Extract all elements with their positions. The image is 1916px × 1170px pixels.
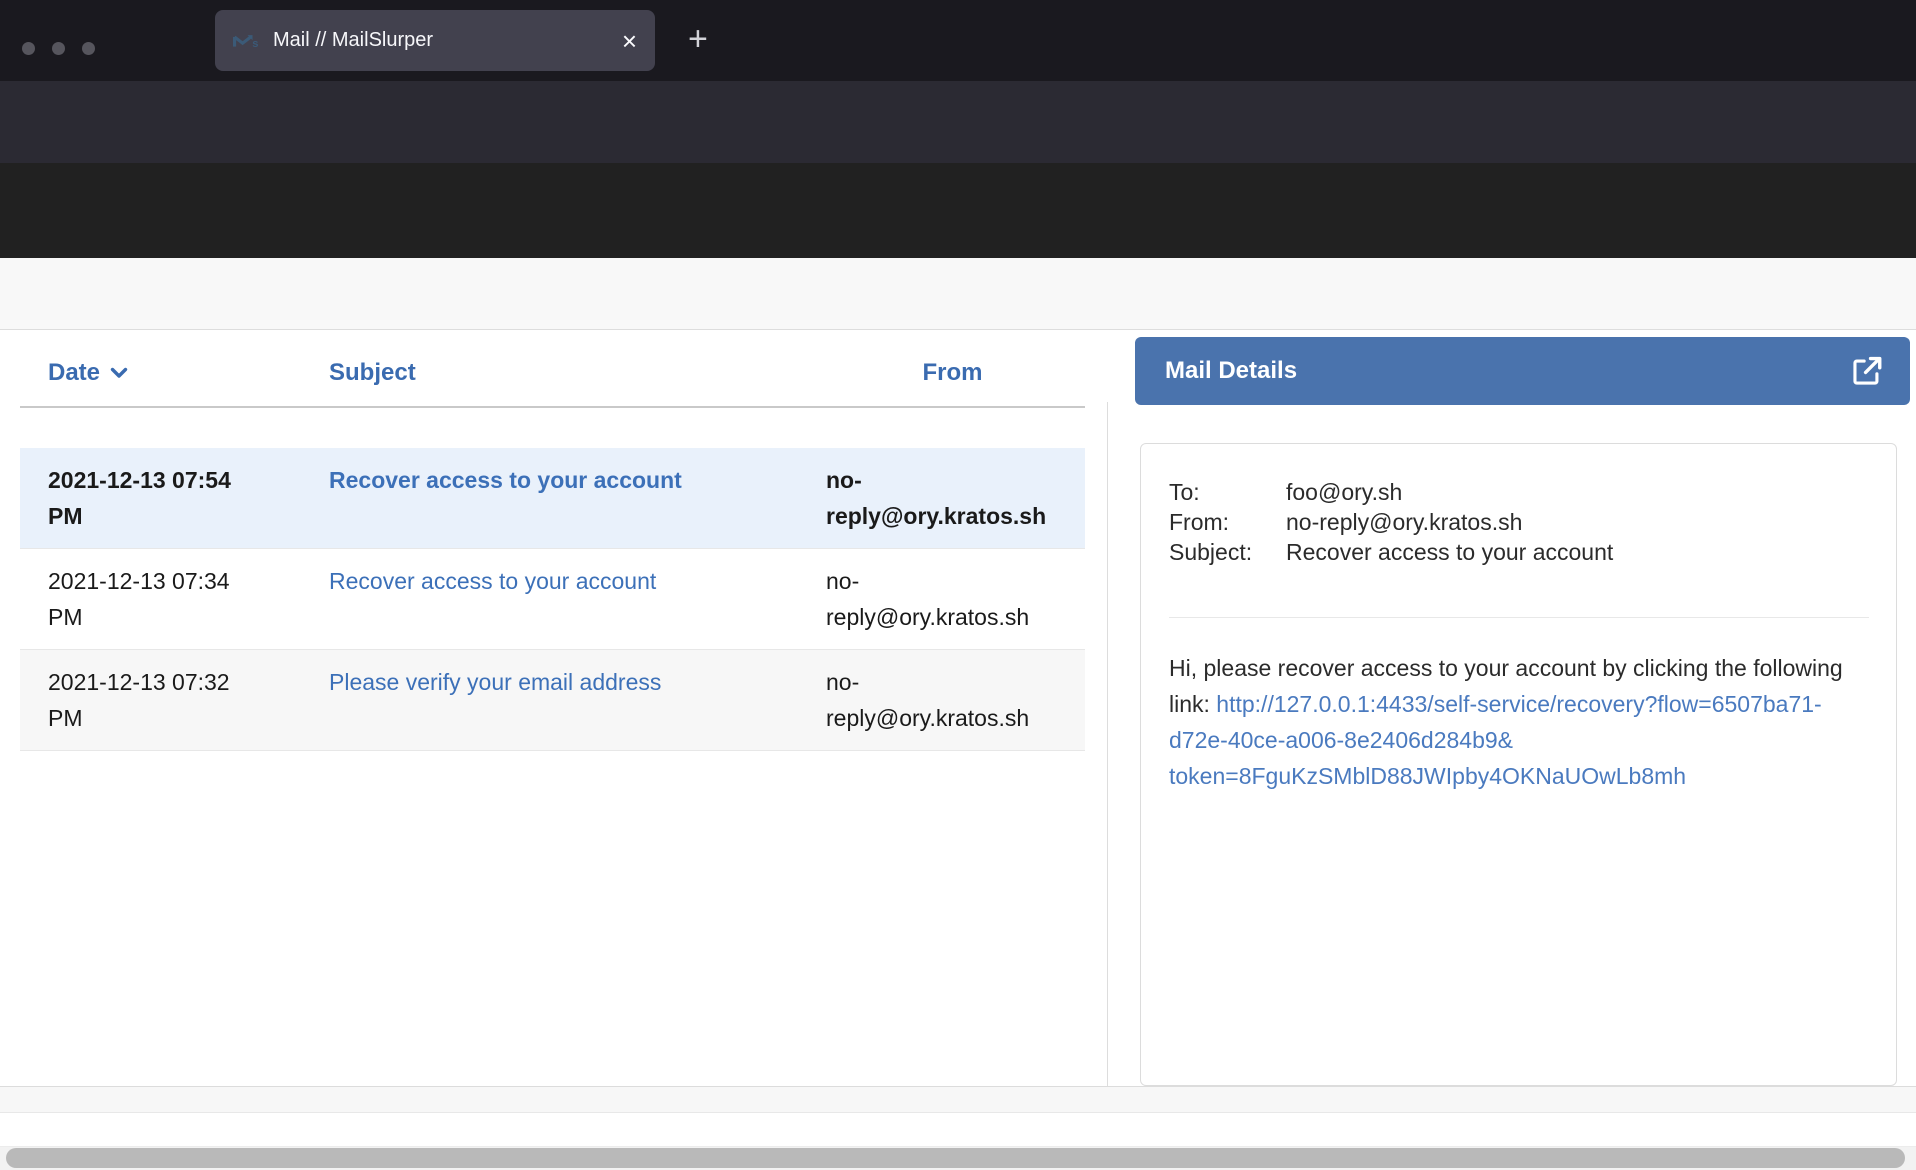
mail-details-header: Mail Details	[1135, 337, 1910, 405]
mail-row-from: no-reply@ory.kratos.sh	[820, 448, 1085, 549]
window-controls[interactable]	[22, 42, 95, 55]
tab-close-icon[interactable]: ×	[622, 28, 637, 54]
browser-toolbar: ← → 127.0.0.1:4436/# 90% ☆ »	[0, 81, 1916, 163]
column-header-date[interactable]: Date	[20, 330, 304, 407]
mail-row-from: no-reply@ory.kratos.sh	[820, 650, 1085, 751]
main-content: Date Subject From 2021-12-13 07:54 PM Rec…	[0, 330, 1916, 1086]
mail-row[interactable]: 2021-12-13 07:32 PM Please verify your em…	[20, 650, 1085, 751]
mail-row-subject: Recover access to your account	[304, 549, 820, 650]
details-field-value: no-reply@ory.kratos.sh	[1286, 507, 1522, 537]
list-toolbar: Refresh Search	[0, 258, 1916, 330]
window-dot[interactable]	[82, 42, 95, 55]
mailslurper-favicon: s	[233, 31, 259, 51]
mail-list-header-row: Date Subject From	[20, 330, 1085, 407]
details-field-row: To:foo@ory.sh	[1169, 477, 1869, 507]
panel-divider	[1107, 402, 1108, 1086]
details-divider	[1169, 617, 1869, 618]
new-tab-icon[interactable]: +	[688, 20, 708, 59]
sort-desc-icon	[110, 367, 128, 379]
details-field-label: Subject:	[1169, 537, 1286, 567]
details-field-value: Recover access to your account	[1286, 537, 1613, 567]
mail-details-title: Mail Details	[1165, 357, 1850, 385]
details-field-row: Subject:Recover access to your account	[1169, 537, 1869, 567]
mail-list-body: 2021-12-13 07:54 PM Recover access to you…	[20, 407, 1085, 751]
mail-row-date: 2021-12-13 07:32 PM	[20, 650, 304, 751]
mail-row-subject: Recover access to your account	[304, 448, 820, 549]
mail-list-table: Date Subject From 2021-12-13 07:54 PM Rec…	[20, 330, 1085, 751]
mail-row-date: 2021-12-13 07:34 PM	[20, 549, 304, 650]
column-header-from[interactable]: From	[820, 330, 1085, 407]
details-field-row: From:no-reply@ory.kratos.sh	[1169, 507, 1869, 537]
mailslurper-window: s Mail // MailSlurper × + ← → 127.0.0.1:…	[0, 0, 1916, 1170]
mail-body: Hi, please recover access to your accoun…	[1169, 650, 1871, 794]
window-dot[interactable]	[52, 42, 65, 55]
details-field-label: From:	[1169, 507, 1286, 537]
mail-details-card: To:foo@ory.shFrom:no-reply@ory.kratos.sh…	[1140, 443, 1897, 1086]
details-field-label: To:	[1169, 477, 1286, 507]
mail-row-date: 2021-12-13 07:54 PM	[20, 448, 304, 549]
mail-subject-link[interactable]: Please verify your email address	[329, 669, 661, 695]
browser-tab-bar: s Mail // MailSlurper × +	[0, 0, 1916, 81]
mail-row[interactable]: 2021-12-13 07:54 PM Recover access to you…	[20, 448, 1085, 549]
mail-row-from: no-reply@ory.kratos.sh	[820, 549, 1085, 650]
horizontal-scrollbar-thumb[interactable]	[6, 1148, 1905, 1168]
details-field-value: foo@ory.sh	[1286, 477, 1402, 507]
app-header: s	[0, 163, 1916, 258]
window-dot[interactable]	[22, 42, 35, 55]
mail-row-subject: Please verify your email address	[304, 650, 820, 751]
footer-band	[0, 1086, 1916, 1113]
tab-title: Mail // MailSlurper	[273, 29, 622, 52]
svg-text:s: s	[252, 37, 258, 49]
mail-subject-link[interactable]: Recover access to your account	[329, 568, 656, 594]
list-spacer	[20, 407, 1085, 448]
mail-subject-link[interactable]: Recover access to your account	[329, 467, 682, 493]
open-external-icon[interactable]	[1850, 354, 1884, 388]
browser-tab[interactable]: s Mail // MailSlurper ×	[215, 10, 655, 71]
recovery-link[interactable]: http://127.0.0.1:4433/self-service/recov…	[1169, 691, 1822, 789]
mail-row[interactable]: 2021-12-13 07:34 PM Recover access to you…	[20, 549, 1085, 650]
column-header-subject[interactable]: Subject	[304, 330, 820, 407]
mail-details-fields: To:foo@ory.shFrom:no-reply@ory.kratos.sh…	[1169, 477, 1869, 567]
footer-area	[0, 1113, 1916, 1147]
